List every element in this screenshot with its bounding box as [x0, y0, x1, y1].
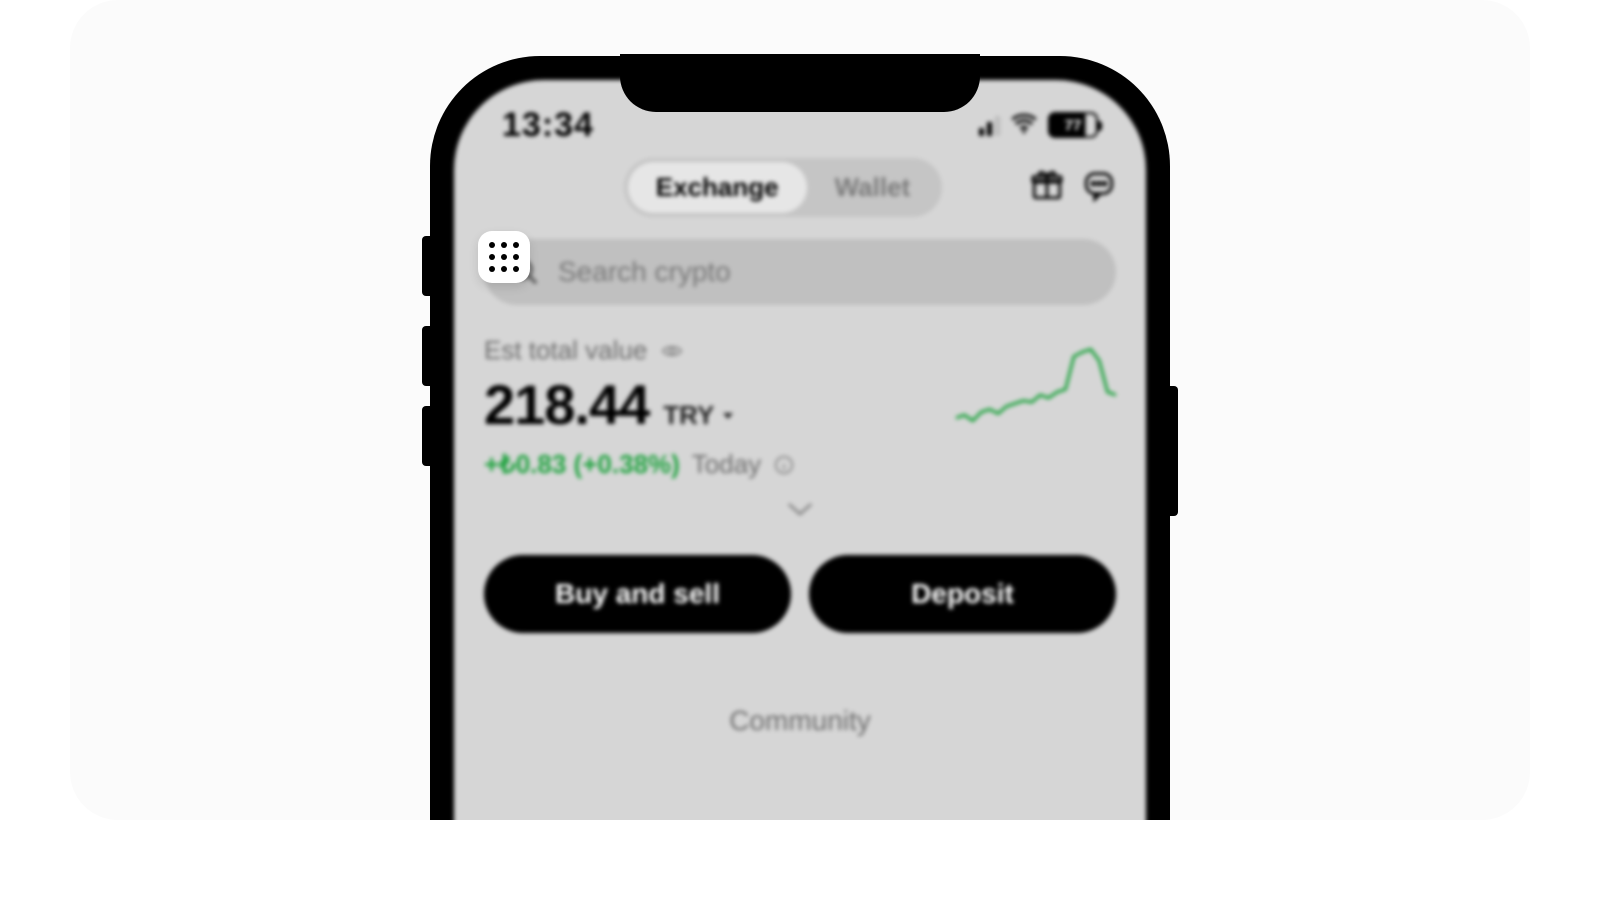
- eye-icon[interactable]: [661, 340, 683, 362]
- battery-icon: 77: [1048, 112, 1098, 138]
- phone-notch: [620, 54, 980, 112]
- community-heading: Community: [729, 705, 871, 736]
- tab-wallet[interactable]: Wallet: [807, 162, 939, 213]
- phone-bezel: 13:34 77: [430, 56, 1170, 820]
- app-header: Exchange Wallet: [454, 150, 1146, 217]
- currency-selector[interactable]: TRY: [663, 400, 734, 431]
- battery-percent: 77: [1065, 117, 1082, 134]
- portfolio-amount: 218.44: [484, 372, 649, 437]
- portfolio-sparkline: [956, 335, 1116, 435]
- portfolio-change-period: Today: [692, 449, 761, 480]
- status-icons: 77: [979, 112, 1098, 139]
- search-placeholder: Search crypto: [558, 256, 731, 288]
- expand-toggle[interactable]: [454, 480, 1146, 533]
- portfolio-summary: Est total value 218.44 TRY: [454, 305, 1146, 480]
- chevron-down-icon: [785, 500, 815, 518]
- device-frame-card: 13:34 77: [70, 0, 1530, 820]
- buy-sell-button[interactable]: Buy and sell: [484, 555, 791, 633]
- currency-label: TRY: [663, 400, 714, 431]
- phone-screen: 13:34 77: [454, 80, 1146, 820]
- main-tabs: Exchange Wallet: [552, 158, 1014, 217]
- gift-icon[interactable]: [1030, 168, 1064, 207]
- est-total-label: Est total value: [484, 335, 647, 366]
- info-icon[interactable]: [773, 454, 795, 476]
- tab-exchange[interactable]: Exchange: [628, 162, 807, 213]
- wifi-icon: [1010, 112, 1038, 139]
- apps-grid-button[interactable]: [478, 231, 530, 283]
- apps-grid-placeholder: [484, 162, 536, 214]
- portfolio-change: +₺0.83 (+0.38%): [484, 449, 680, 480]
- cellular-signal-icon: [979, 114, 1000, 136]
- search-input[interactable]: Search crypto: [484, 239, 1116, 305]
- status-time: 13:34: [502, 106, 594, 145]
- chevron-down-icon: [722, 411, 734, 421]
- deposit-button[interactable]: Deposit: [809, 555, 1116, 633]
- chat-icon[interactable]: [1082, 168, 1116, 207]
